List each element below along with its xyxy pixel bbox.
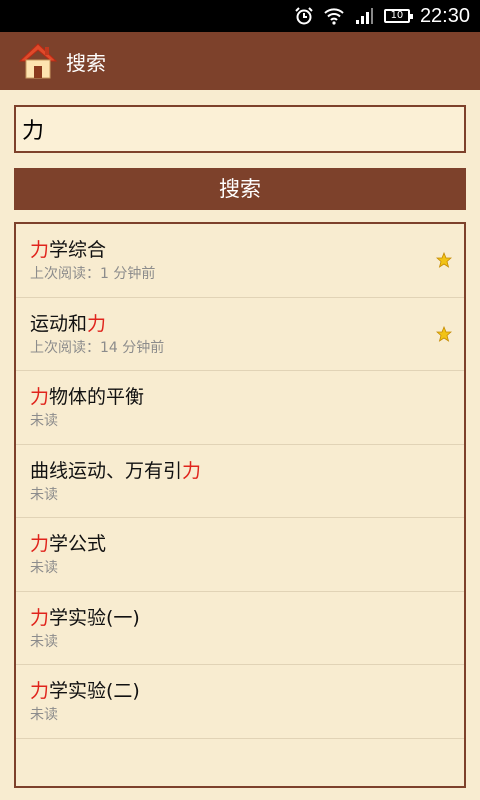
search-highlight: 力 xyxy=(87,312,107,335)
app-bar: 搜索 xyxy=(0,32,480,90)
list-item-subtitle: 未读 xyxy=(30,486,58,503)
alarm-icon xyxy=(295,7,313,25)
search-highlight: 力 xyxy=(30,680,50,702)
title-text: 学综合 xyxy=(49,239,107,261)
results-list: 力学综合 上次阅读：1 分钟前 运动和力 上次阅读：14 分钟前 力物体的平衡 未读 曲线运… xyxy=(14,222,466,788)
list-item-subtitle: 未读 xyxy=(30,633,58,650)
list-item-title: 力物体的平衡 xyxy=(30,385,464,409)
clock: 22:30 xyxy=(419,4,470,27)
list-item[interactable]: 运动和力上次阅读：14 分钟前 xyxy=(16,298,464,371)
title-text: 运动和 xyxy=(30,312,88,335)
star-icon[interactable] xyxy=(436,252,452,268)
search-highlight: 力 xyxy=(30,606,50,629)
list-item-title: 力学公式 xyxy=(30,532,464,556)
list-item-title: 力学实验(二) xyxy=(30,679,464,703)
search-highlight: 力 xyxy=(30,533,50,555)
list-item-subtitle: 未读 xyxy=(30,413,58,429)
list-item-subtitle: 上次阅读：14 分钟前 xyxy=(30,339,165,356)
list-item[interactable]: 力学实验(二) 未读 xyxy=(16,665,464,739)
search-highlight: 力 xyxy=(30,239,50,261)
page-title: 搜索 xyxy=(66,50,106,75)
list-item-subtitle: 未读 xyxy=(30,707,58,723)
star-icon[interactable] xyxy=(436,325,452,342)
list-item-title: 力学综合 xyxy=(30,238,464,262)
list-item-title: 力学实验(一) xyxy=(30,606,464,630)
status-bar: 10 22:30 xyxy=(0,0,480,32)
list-item[interactable]: 力物体的平衡未读 xyxy=(16,371,464,445)
title-text: 学公式 xyxy=(49,533,107,555)
list-item[interactable]: 力学实验(一) 未读 xyxy=(16,592,464,665)
home-icon[interactable] xyxy=(18,41,58,81)
search-input-container[interactable] xyxy=(14,105,466,153)
list-item-subtitle: 未读 xyxy=(30,560,58,576)
battery-icon: 10 xyxy=(383,9,413,23)
wifi-icon xyxy=(324,8,344,25)
title-text: 曲线运动、万有引 xyxy=(30,459,183,482)
list-item[interactable]: 力学综合上次阅读：1 分钟前 xyxy=(16,224,464,298)
list-item[interactable]: 力学公式未读 xyxy=(16,518,464,592)
signal-icon xyxy=(355,8,373,24)
title-text: 学实验(二) xyxy=(49,680,140,702)
list-item-subtitle: 上次阅读：1 分钟前 xyxy=(30,266,156,282)
search-highlight: 力 xyxy=(182,459,202,482)
list-item[interactable]: 曲线运动、万有引力未读 xyxy=(16,445,464,518)
search-button[interactable]: 搜索 xyxy=(14,168,466,210)
title-text: 学实验(一) xyxy=(49,606,140,629)
search-highlight: 力 xyxy=(30,386,50,408)
title-text: 物体的平衡 xyxy=(49,386,145,408)
list-item-title: 曲线运动、万有引力 xyxy=(30,459,464,483)
list-item-title: 运动和力 xyxy=(30,312,464,336)
search-input[interactable] xyxy=(22,116,464,142)
